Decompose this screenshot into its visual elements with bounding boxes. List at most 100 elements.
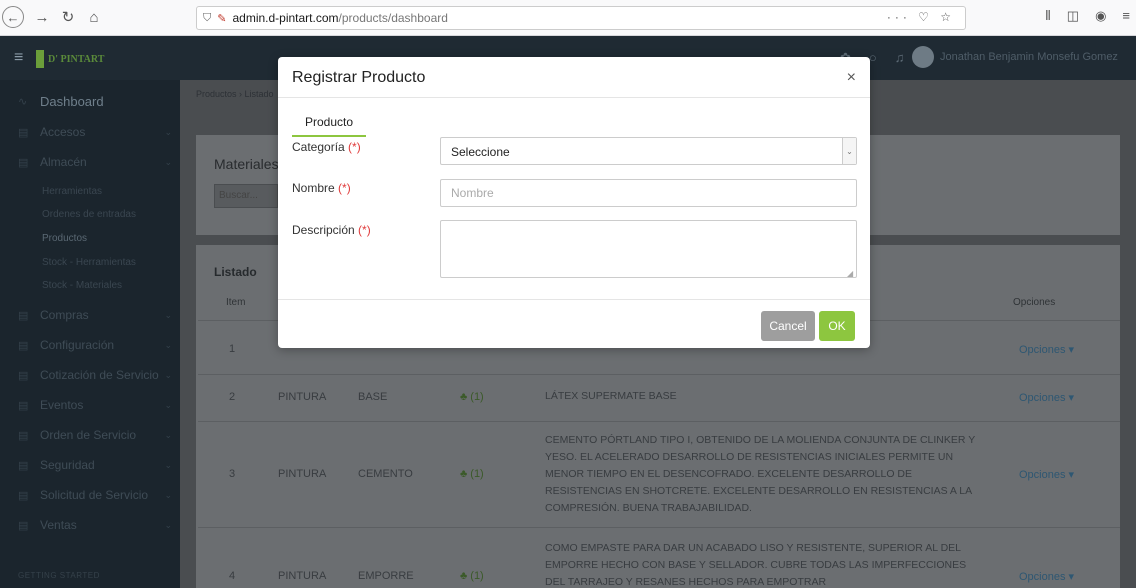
modal-footer-divider	[278, 299, 870, 300]
sidebar-item-dashboard[interactable]: ∿ Dashboard	[0, 90, 180, 112]
sidebar-item-compras[interactable]: ▤ Compras ⌄	[0, 304, 180, 326]
back-arrow-icon[interactable]: ←	[2, 6, 24, 28]
sidebar-sub-herramientas[interactable]: Herramientas	[42, 186, 102, 197]
file-icon: ▤	[18, 156, 29, 169]
table-cell-item: 2	[229, 391, 236, 403]
modal-header-divider	[278, 97, 870, 98]
sidebar-item-solicitud[interactable]: ▤ Solicitud de Servicio ⌄	[0, 484, 180, 506]
cancel-button[interactable]: Cancel	[761, 311, 815, 341]
materiales-title: Materiales	[214, 156, 279, 172]
chevron-down-icon: ⌄	[164, 339, 172, 350]
table-cell-stock[interactable]: ♣ (1)	[460, 570, 484, 582]
table-cell-item: 4	[229, 570, 236, 582]
categoria-select[interactable]: Seleccione ⌄	[440, 137, 857, 165]
row-divider	[198, 421, 1120, 422]
address-bar[interactable]: ⛉ ✎ admin.d-pintart.com/products/dashboa…	[196, 6, 966, 30]
sidebar-item-eventos[interactable]: ▤ Eventos ⌄	[0, 394, 180, 416]
row-divider	[198, 374, 1120, 375]
library-icon[interactable]: ⫴	[1045, 8, 1050, 24]
table-cell-stock[interactable]: ♣ (1)	[460, 468, 484, 480]
required-mark: (*)	[348, 140, 361, 154]
sidebar-sub-productos[interactable]: Productos	[42, 233, 87, 244]
row-options-button[interactable]: Opciones ▾	[1019, 570, 1074, 583]
table-cell-name: CEMENTO	[358, 468, 413, 480]
tab-producto[interactable]: Producto	[292, 113, 366, 137]
table-cell-description: COMO EMPASTE PARA DAR UN ACABADO LISO Y …	[545, 542, 967, 588]
table-cell-name: BASE	[358, 391, 388, 403]
table-cell-category: PINTURA	[278, 468, 327, 480]
descripcion-field[interactable]	[440, 220, 857, 278]
table-cell-description: LÁTEX SUPERMATE BASE	[545, 390, 677, 402]
chevron-down-icon: ⌄	[164, 126, 172, 137]
ok-button[interactable]: OK	[819, 311, 855, 341]
row-divider	[198, 527, 1120, 528]
file-icon: ▤	[18, 369, 29, 382]
nombre-label: Nombre (*)	[292, 181, 351, 195]
reload-icon[interactable]: ↻	[56, 5, 80, 29]
table-cell-item: 3	[229, 468, 236, 480]
search-icon[interactable]: ○	[869, 50, 877, 66]
required-mark: (*)	[338, 181, 351, 195]
forward-arrow-icon[interactable]: →	[30, 5, 54, 29]
sidebar-item-configuracion[interactable]: ▤ Configuración ⌄	[0, 334, 180, 356]
user-name[interactable]: Jonathan Benjamin Monsefu Gomez	[940, 51, 1118, 63]
sidebar-item-accesos[interactable]: ▤ Accesos ⌄	[0, 121, 180, 143]
search-input[interactable]: Buscar...	[214, 184, 278, 208]
logo-mark-icon	[36, 50, 44, 68]
chevron-down-icon: ⌄	[164, 489, 172, 500]
sidebar-sub-stock-materiales[interactable]: Stock - Materiales	[42, 280, 122, 291]
modal-title: Registrar Producto	[292, 69, 426, 86]
required-mark: (*)	[358, 223, 371, 237]
sidebar-item-orden-servicio[interactable]: ▤ Orden de Servicio ⌄	[0, 424, 180, 446]
file-icon: ▤	[18, 489, 29, 502]
insecure-lock-icon: ✎	[217, 12, 227, 25]
sidebar-item-seguridad[interactable]: ▤ Seguridad ⌄	[0, 454, 180, 476]
logo: D' PINTART	[36, 50, 104, 68]
chevron-down-icon: ⌄	[164, 429, 172, 440]
table-cell-stock[interactable]: ♣ (1)	[460, 391, 484, 403]
close-icon[interactable]: ×	[847, 69, 856, 87]
hamburger-menu-icon[interactable]: ≡	[1122, 8, 1130, 24]
table-cell-category: PINTURA	[278, 570, 327, 582]
file-icon: ▤	[18, 519, 29, 532]
sidebar-menu-icon[interactable]: ≡	[14, 49, 23, 67]
chevron-down-icon: ⌄	[164, 309, 172, 320]
url-text: admin.d-pintart.com/products/dashboard	[232, 11, 448, 25]
table-cell-name: EMPORRE	[358, 570, 414, 582]
file-icon: ▤	[18, 459, 29, 472]
breadcrumb: Productos › Listado	[196, 89, 274, 99]
listado-title: Listado	[214, 265, 257, 279]
home-icon[interactable]: ⌂	[82, 5, 106, 29]
chevron-down-icon: ⌄	[164, 399, 172, 410]
chevron-down-icon: ⌄	[164, 519, 172, 530]
categoria-label: Categoría (*)	[292, 140, 361, 154]
table-cell-description: CEMENTO PÓRTLAND TIPO I, OBTENIDO DE LA …	[545, 434, 976, 514]
pulse-icon: ∿	[18, 95, 28, 108]
resize-grip-icon[interactable]: ◢	[847, 269, 853, 278]
shield-icon: ⛉	[203, 11, 212, 24]
bell-icon[interactable]: ♫	[895, 50, 905, 66]
chevron-down-icon: ⌄	[842, 138, 856, 164]
browser-extras: ⫴ ◫ ◉ ≡	[1045, 8, 1130, 24]
row-options-button[interactable]: Opciones ▾	[1019, 343, 1074, 356]
register-product-modal: Registrar Producto × Producto Categoría …	[278, 57, 870, 348]
file-icon: ▤	[18, 126, 29, 139]
page-actions[interactable]: ··· ♡ ☆	[887, 10, 955, 24]
sidebar-item-almacen[interactable]: ▤ Almacén ⌄	[0, 151, 180, 173]
nombre-field[interactable]	[440, 179, 857, 207]
file-icon: ▤	[18, 399, 29, 412]
sidebar-item-cotizacion[interactable]: ▤ Cotización de Servicio ⌄	[0, 364, 180, 386]
browser-toolbar: ← → ↻ ⌂ ⛉ ✎ admin.d-pintart.com/products…	[0, 0, 1136, 36]
avatar[interactable]	[912, 46, 934, 68]
sidebar-item-ventas[interactable]: ▤ Ventas ⌄	[0, 514, 180, 536]
chevron-down-icon: ⌄	[164, 459, 172, 470]
row-options-button[interactable]: Opciones ▾	[1019, 391, 1074, 404]
sidebar-toggle-icon[interactable]: ◫	[1067, 8, 1079, 24]
sidebar-sub-ordenes[interactable]: Ordenes de entradas	[42, 209, 136, 220]
account-icon[interactable]: ◉	[1095, 8, 1106, 24]
file-icon: ▤	[18, 309, 29, 322]
sidebar-sub-stock-herramientas[interactable]: Stock - Herramientas	[42, 257, 136, 268]
table-cell-category: PINTURA	[278, 391, 327, 403]
table-cell-item: 1	[229, 343, 236, 355]
row-options-button[interactable]: Opciones ▾	[1019, 468, 1074, 481]
